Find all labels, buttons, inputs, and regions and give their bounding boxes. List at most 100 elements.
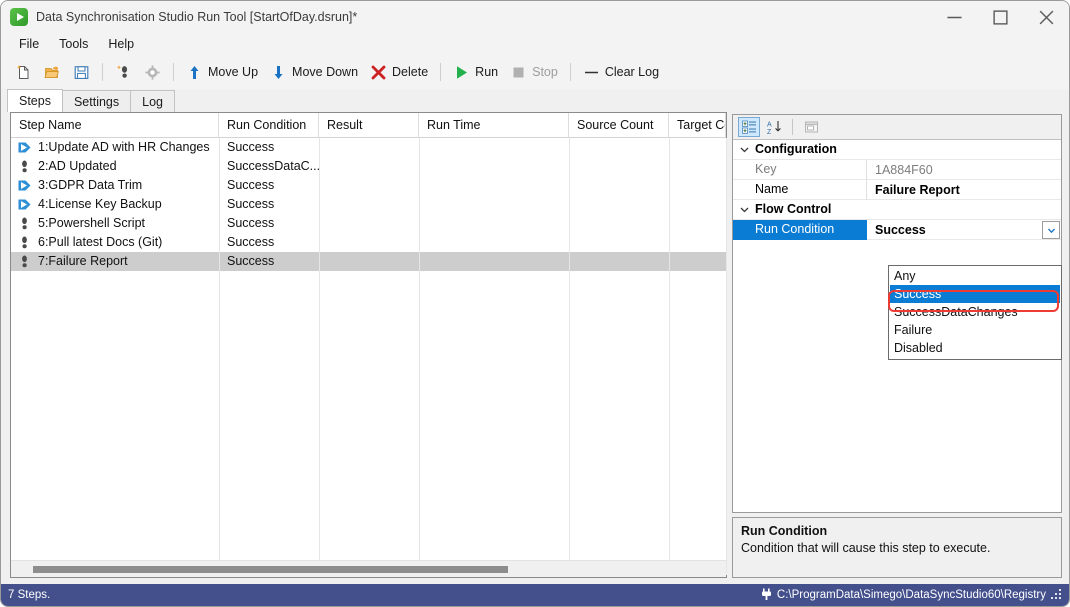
- status-registry-path: C:\ProgramData\Simego\DataSyncStudio60\R…: [776, 589, 1046, 601]
- column-header-target-count[interactable]: Target Cou: [669, 113, 726, 138]
- property-value-key: 1A884F60: [875, 162, 933, 177]
- property-name-run-condition: Run Condition: [733, 220, 867, 240]
- open-button[interactable]: [38, 59, 67, 85]
- property-grid-toolbar: A Z: [733, 115, 1061, 140]
- tab-log[interactable]: Log: [130, 90, 175, 112]
- step-name-cell: 7:Failure Report: [11, 252, 219, 271]
- resize-grip[interactable]: [1051, 589, 1063, 601]
- property-row-name[interactable]: Name Failure Report: [733, 180, 1061, 200]
- move-up-label: Move Up: [208, 65, 259, 79]
- dropdown-option-success[interactable]: Success: [890, 285, 1060, 303]
- run-condition-cell: Success: [227, 235, 275, 249]
- add-step-button[interactable]: [109, 59, 138, 85]
- run-condition-cell: Success: [227, 178, 275, 192]
- run-time-cell: [419, 214, 569, 233]
- target-count-cell: [669, 214, 726, 233]
- close-button[interactable]: [1023, 1, 1069, 33]
- save-button[interactable]: [67, 59, 96, 85]
- horizontal-scrollbar[interactable]: [11, 560, 726, 577]
- menu-file[interactable]: File: [9, 35, 49, 53]
- step-name-cell: 6:Pull latest Docs (Git): [11, 233, 219, 252]
- settings-gear-button[interactable]: [138, 59, 167, 85]
- property-pages-button[interactable]: [800, 117, 822, 137]
- menu-bar: File Tools Help: [1, 33, 1069, 55]
- dropdown-option-failure[interactable]: Failure: [890, 321, 1060, 339]
- table-row[interactable]: 7:Failure Report Success: [11, 252, 726, 271]
- run-condition-cell: Success: [227, 254, 275, 268]
- target-count-cell: [669, 252, 726, 271]
- move-up-button[interactable]: Move Up: [180, 59, 264, 85]
- column-header-run-condition[interactable]: Run Condition: [219, 113, 319, 138]
- plug-icon: [761, 588, 771, 600]
- step-name-label: 3:GDPR Data Trim: [38, 178, 143, 192]
- move-down-label: Move Down: [292, 65, 359, 79]
- description-text: Condition that will cause this step to e…: [741, 541, 991, 555]
- sync-project-icon: [18, 142, 31, 153]
- source-count-cell: [569, 176, 669, 195]
- property-value-name[interactable]: Failure Report: [867, 180, 1061, 200]
- step-name-label: 4:License Key Backup: [38, 197, 162, 211]
- run-condition-cell: Success: [227, 140, 275, 154]
- maximize-button[interactable]: [977, 1, 1023, 33]
- dropdown-option-disabled[interactable]: Disabled: [890, 339, 1060, 357]
- property-row-run-condition[interactable]: Run Condition Success: [733, 220, 1061, 240]
- run-time-cell: [419, 138, 569, 157]
- dropdown-option-successdatachanges[interactable]: SuccessDataChanges: [890, 303, 1060, 321]
- table-row[interactable]: 3:GDPR Data Trim Success: [11, 176, 726, 195]
- new-button[interactable]: [9, 59, 38, 85]
- alphabetical-sort-button[interactable]: A Z: [763, 117, 785, 137]
- delete-button[interactable]: Delete: [364, 59, 434, 85]
- result-cell: [319, 214, 419, 233]
- source-count-cell: [569, 252, 669, 271]
- toolbar-separator: [173, 63, 174, 81]
- window-title: Data Synchronisation Studio Run Tool [St…: [36, 10, 358, 24]
- categorized-view-button[interactable]: [738, 117, 760, 137]
- column-header-result[interactable]: Result: [319, 113, 419, 138]
- clear-log-button[interactable]: Clear Log: [577, 59, 665, 85]
- scrollbar-thumb[interactable]: [33, 566, 508, 573]
- move-down-button[interactable]: Move Down: [264, 59, 364, 85]
- table-row[interactable]: 6:Pull latest Docs (Git) Success: [11, 233, 726, 252]
- tab-settings[interactable]: Settings: [61, 90, 132, 112]
- footprint-step-icon: [22, 255, 27, 268]
- stop-button[interactable]: Stop: [504, 59, 564, 85]
- svg-text:Z: Z: [767, 129, 772, 136]
- column-header-source-count[interactable]: Source Count: [569, 113, 669, 138]
- sync-project-icon: [18, 199, 31, 210]
- run-condition-dropdown-list[interactable]: Any Success SuccessDataChanges Failure D…: [888, 265, 1062, 360]
- toolbar-separator: [440, 63, 442, 81]
- run-button[interactable]: Run: [447, 59, 504, 85]
- step-name-cell: 1:Update AD with HR Changes: [11, 138, 219, 157]
- footprint-step-icon: [22, 160, 27, 173]
- menu-help[interactable]: Help: [98, 35, 144, 53]
- minimize-button[interactable]: [931, 1, 977, 33]
- result-cell: [319, 195, 419, 214]
- property-category-flow-control[interactable]: Flow Control: [733, 200, 1061, 220]
- property-value-run-condition[interactable]: Success: [867, 220, 1061, 240]
- step-name-label: 1:Update AD with HR Changes: [38, 140, 210, 154]
- table-row[interactable]: 5:Powershell Script Success: [11, 214, 726, 233]
- table-row[interactable]: 2:AD Updated SuccessDataC...: [11, 157, 726, 176]
- status-step-count: 7 Steps.: [8, 589, 51, 601]
- result-cell: [319, 157, 419, 176]
- property-category-configuration[interactable]: Configuration: [733, 140, 1061, 160]
- step-name-label: 7:Failure Report: [38, 254, 128, 268]
- menu-tools[interactable]: Tools: [49, 35, 98, 53]
- dropdown-option-any[interactable]: Any: [890, 267, 1060, 285]
- column-header-step-name[interactable]: Step Name: [11, 113, 219, 138]
- target-count-cell: [669, 176, 726, 195]
- run-condition-dropdown-button[interactable]: [1042, 221, 1060, 239]
- property-row-key[interactable]: Key 1A884F60: [733, 160, 1061, 180]
- table-row[interactable]: 1:Update AD with HR Changes Success: [11, 138, 726, 157]
- source-count-cell: [569, 195, 669, 214]
- step-name-cell: 3:GDPR Data Trim: [11, 176, 219, 195]
- category-label: Flow Control: [755, 202, 832, 216]
- tab-steps[interactable]: Steps: [7, 89, 63, 112]
- column-header-run-time[interactable]: Run Time: [419, 113, 569, 138]
- svg-text:A: A: [767, 121, 772, 128]
- table-row[interactable]: 4:License Key Backup Success: [11, 195, 726, 214]
- footprint-step-icon: [22, 236, 27, 249]
- toolbar-separator: [569, 63, 571, 81]
- chevron-down-icon: [733, 204, 755, 215]
- step-name-cell: 5:Powershell Script: [11, 214, 219, 233]
